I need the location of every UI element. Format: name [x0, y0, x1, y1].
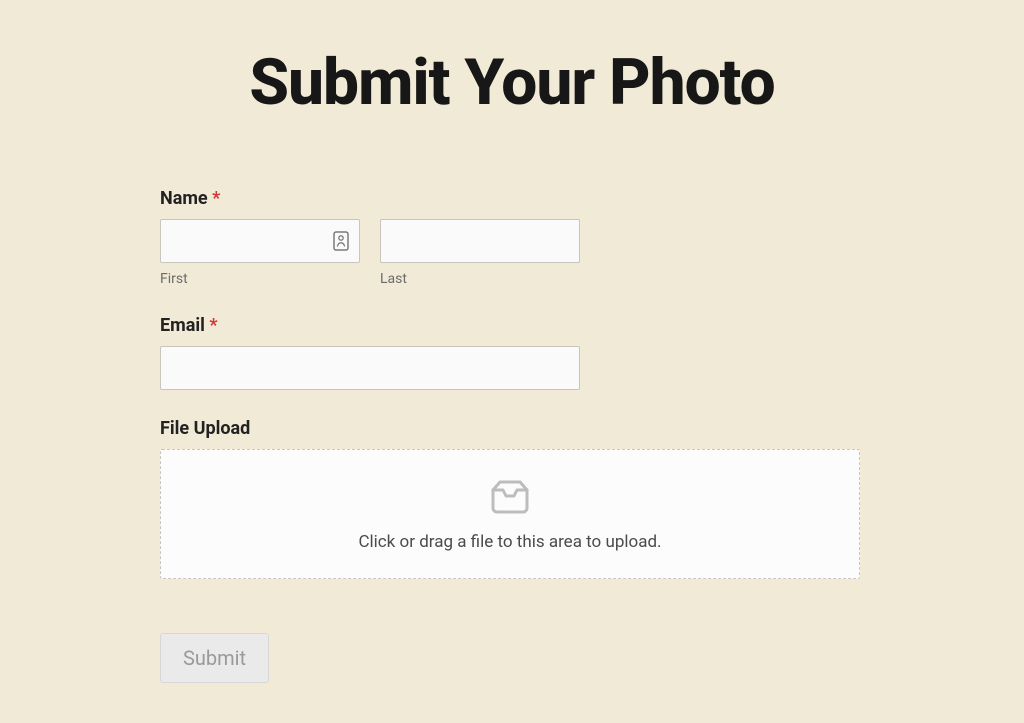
first-name-column: First: [160, 219, 360, 287]
email-required-marker: *: [209, 315, 217, 336]
name-required-marker: *: [212, 188, 220, 209]
email-label-text: Email: [160, 315, 205, 336]
page-root: Submit Your Photo Name *: [0, 0, 1024, 723]
name-label-text: Name: [160, 188, 208, 209]
contact-card-icon[interactable]: [332, 231, 350, 251]
first-name-sublabel: First: [160, 271, 360, 287]
last-name-column: Last: [380, 219, 580, 287]
submit-button[interactable]: Submit: [160, 633, 269, 683]
name-label: Name *: [160, 188, 860, 209]
file-upload-hint: Click or drag a file to this area to upl…: [181, 532, 839, 552]
name-row: First Last: [160, 219, 860, 287]
last-name-input[interactable]: [380, 219, 580, 263]
file-upload-field-group: File Upload Click or drag a file to this…: [160, 418, 860, 579]
first-name-input-wrap: [160, 219, 360, 263]
page-title: Submit Your Photo: [160, 48, 864, 118]
email-input[interactable]: [160, 346, 580, 390]
first-name-input[interactable]: [160, 219, 360, 263]
last-name-sublabel: Last: [380, 271, 580, 287]
submit-photo-form: Name * First: [160, 188, 860, 683]
file-upload-label: File Upload: [160, 418, 860, 439]
name-field-group: Name * First: [160, 188, 860, 287]
inbox-icon: [488, 478, 532, 518]
email-label: Email *: [160, 315, 860, 336]
file-upload-dropzone[interactable]: Click or drag a file to this area to upl…: [160, 449, 860, 579]
email-field-group: Email *: [160, 315, 860, 390]
